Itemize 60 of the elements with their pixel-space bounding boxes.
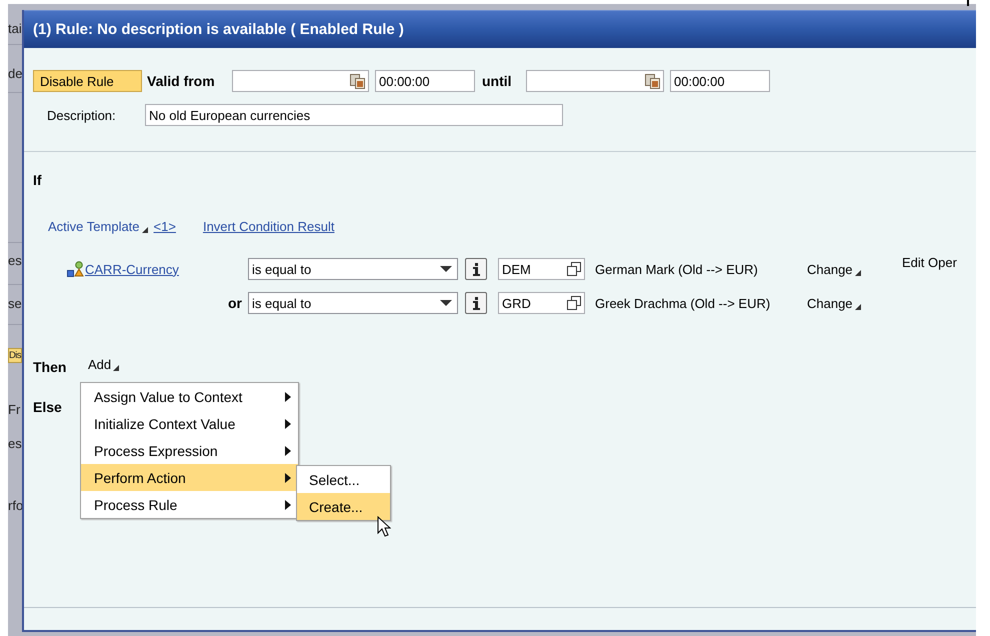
dropdown-arrow-icon — [440, 300, 452, 306]
value-description: Greek Drachma (Old --> EUR) — [595, 296, 772, 310]
copy-icon — [567, 296, 581, 310]
submenu-arrow-icon — [285, 472, 291, 482]
partial-text: de — [8, 66, 22, 81]
operator-dropdown[interactable]: is equal to — [248, 292, 458, 314]
submenu-arrow-icon — [285, 446, 291, 456]
edit-operation-text: Edit Oper — [902, 255, 957, 270]
submenu-arrow-icon — [285, 418, 291, 428]
info-button[interactable] — [465, 258, 487, 280]
calendar-icon — [350, 74, 365, 88]
partial-text: es — [8, 436, 22, 451]
connector-label: or — [228, 295, 242, 311]
dropdown-arrow-icon — [440, 266, 452, 272]
caret-icon — [854, 270, 861, 276]
time-field[interactable]: 00:00:00 — [375, 70, 475, 92]
link[interactable]: Invert Condition Result — [202, 218, 334, 234]
caret-icon — [854, 304, 861, 310]
info-button[interactable] — [465, 292, 487, 314]
partial-text: Fr — [8, 402, 20, 417]
value-description: German Mark (Old --> EUR) — [595, 262, 759, 276]
date-field[interactable] — [232, 70, 369, 92]
operator-dropdown[interactable]: is equal to — [248, 258, 458, 280]
menu-item[interactable]: Assign Value to Context — [81, 383, 298, 410]
partial-text: tai — [8, 21, 22, 36]
description-field[interactable]: No old European currencies — [145, 104, 563, 126]
section-label: If — [33, 172, 43, 188]
menu-item[interactable]: Create... — [297, 493, 390, 520]
submenu-arrow-icon — [285, 500, 291, 510]
value-field[interactable]: DEM — [498, 258, 585, 280]
menu-item[interactable]: Process Rule — [81, 491, 298, 518]
change-menu[interactable]: Change — [807, 262, 902, 276]
link[interactable]: <1> — [154, 218, 176, 234]
field-label: Description: — [47, 108, 117, 122]
field-label: until — [482, 73, 513, 89]
copy-icon — [567, 262, 581, 276]
field-link[interactable]: CARR-Currency — [85, 262, 179, 276]
value-field[interactable]: GRD — [498, 292, 585, 314]
partial-text: se — [8, 296, 22, 311]
caret-icon — [142, 226, 148, 232]
field-label: Valid from — [147, 73, 216, 89]
partial-button[interactable]: Dis — [8, 348, 22, 363]
add-menu[interactable]: Add — [88, 356, 120, 372]
caret-icon — [113, 364, 120, 370]
submenu-arrow-icon — [285, 392, 291, 402]
section-label: Else — [33, 399, 63, 415]
menu-item[interactable]: Process Expression — [81, 437, 298, 464]
menu-item[interactable]: Perform Action — [81, 464, 298, 491]
calendar-icon — [645, 74, 660, 88]
partial-text: es — [8, 253, 22, 268]
section-label: Then — [33, 359, 68, 375]
menu-item[interactable]: Initialize Context Value — [81, 410, 298, 437]
change-menu[interactable]: Change — [807, 296, 902, 310]
template-menu[interactable]: Active Template — [48, 218, 148, 234]
data-object-icon — [67, 261, 84, 277]
dialog-title: (1) Rule: No description is available ( Enabled Rule ) — [24, 10, 976, 48]
menu-item[interactable]: Select... — [297, 466, 390, 493]
time-field[interactable]: 00:00:00 — [670, 70, 770, 92]
disable-rule-button[interactable]: Disable Rule — [33, 70, 142, 92]
date-field[interactable] — [526, 70, 664, 92]
